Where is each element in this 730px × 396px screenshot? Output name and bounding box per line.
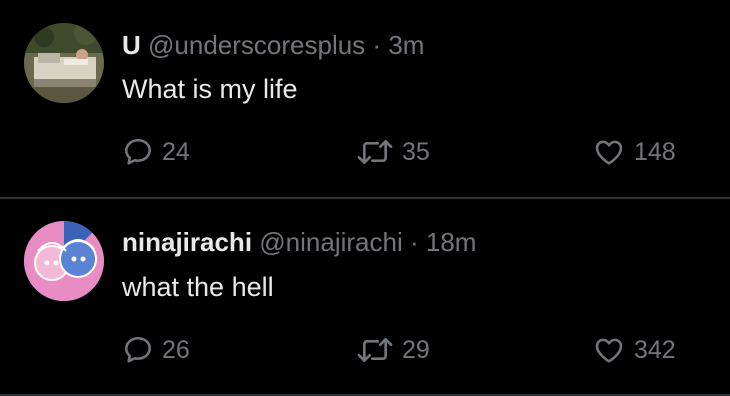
reply-count: 24	[162, 137, 190, 166]
tweet[interactable]: ninajirachi @ninajirachi · 18m what the …	[0, 199, 730, 394]
timestamp[interactable]: 18m	[426, 227, 477, 257]
tweet[interactable]: U @underscoresplus · 3m What is my life …	[0, 0, 730, 197]
retweet-count: 35	[402, 137, 430, 166]
tweet-text: What is my life	[122, 74, 298, 104]
like-button[interactable]: 148	[592, 134, 676, 170]
tweet-feed: U @underscoresplus · 3m What is my life …	[0, 0, 730, 396]
retweet-button[interactable]: 29	[356, 332, 430, 368]
display-name[interactable]: ninajirachi	[122, 227, 252, 257]
retweet-button[interactable]: 35	[356, 134, 430, 170]
avatar[interactable]	[24, 23, 104, 103]
reply-count: 26	[162, 335, 190, 364]
like-button[interactable]: 342	[592, 332, 676, 368]
like-count: 342	[634, 335, 676, 364]
user-handle[interactable]: @ninajirachi	[259, 227, 402, 257]
avatar[interactable]	[24, 221, 104, 301]
photo-avatar-icon	[24, 23, 104, 103]
tweet-text: what the hell	[122, 272, 274, 302]
heart-icon	[595, 338, 623, 363]
like-count: 148	[634, 137, 676, 166]
display-name[interactable]: U	[122, 30, 141, 60]
reply-bubble-icon	[125, 139, 152, 165]
tweet-header: ninajirachi @ninajirachi · 18m	[122, 225, 476, 259]
retweet-count: 29	[402, 335, 430, 364]
tweet-header: U @underscoresplus · 3m	[122, 28, 424, 62]
heart-icon	[595, 140, 623, 165]
reply-bubble-icon	[125, 337, 152, 363]
separator-dot: ·	[372, 30, 382, 60]
retweet-arrows-icon	[357, 338, 393, 362]
illustrated-avatar-icon	[24, 221, 104, 301]
timestamp[interactable]: 3m	[388, 30, 424, 60]
reply-button[interactable]: 24	[122, 134, 190, 170]
retweet-arrows-icon	[357, 140, 393, 164]
reply-button[interactable]: 26	[122, 332, 190, 368]
user-handle[interactable]: @underscoresplus	[148, 30, 365, 60]
separator-dot: ·	[409, 227, 419, 257]
